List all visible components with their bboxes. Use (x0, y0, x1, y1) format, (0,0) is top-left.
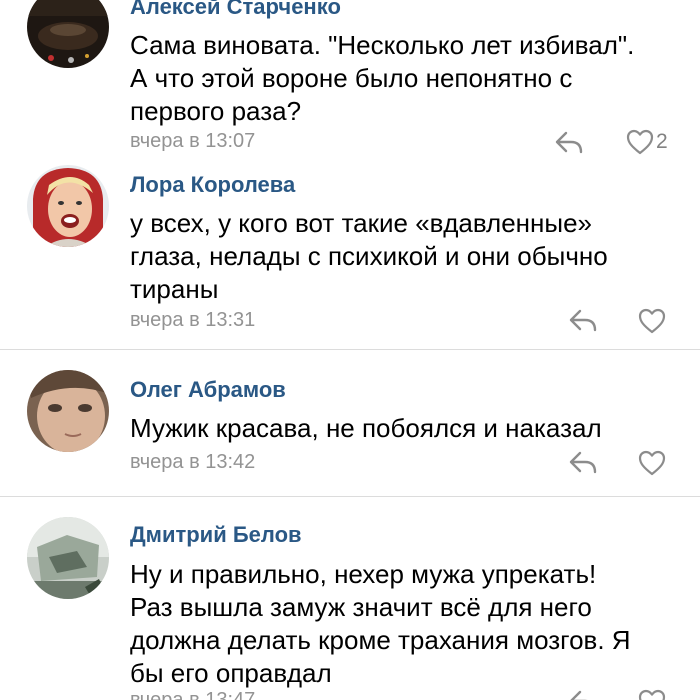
comment-item: Олег Абрамов Мужик красава, не побоялся … (0, 350, 700, 496)
comment-text: у всех, у кого вот такие «вдавленные» гл… (130, 207, 690, 306)
comments-feed: Алексей Старченко Сама виновата. "Нескол… (0, 0, 700, 700)
reply-arrow-icon[interactable] (568, 308, 598, 332)
reply-arrow-icon[interactable] (568, 689, 598, 700)
comment-text-line: Сама виновата. "Несколько лет избивал". (130, 30, 635, 60)
comment-text-line: Раз вышла замуж значит всё для него (130, 592, 592, 622)
comment-text-line: тираны (130, 274, 219, 304)
avatar[interactable] (27, 370, 109, 452)
comment-item: Лора Королева у всех, у кого вот такие «… (0, 160, 700, 350)
comment-item: Алексей Старченко Сама виновата. "Нескол… (0, 0, 700, 160)
comment-text-line: Мужик красава, не побоялся и наказал (130, 413, 602, 443)
heart-icon[interactable] (638, 689, 666, 700)
comment-text-line: глаза, нелады с психикой и они обычно (130, 241, 608, 271)
comment-text-line: бы его оправдал (130, 658, 332, 688)
comment-text-line: А что этой вороне было непонятно с (130, 63, 573, 93)
comment-author[interactable]: Дмитрий Белов (130, 522, 302, 548)
avatar[interactable] (27, 517, 109, 599)
like-count: 2 (656, 130, 668, 153)
comment-author[interactable]: Олег Абрамов (130, 377, 286, 403)
comment-text-line: у всех, у кого вот такие «вдавленные» (130, 208, 593, 238)
avatar[interactable] (27, 165, 109, 247)
comment-text: Сама виновата. "Несколько лет избивал". … (130, 29, 690, 128)
heart-icon[interactable] (638, 450, 666, 476)
comment-text: Ну и правильно, нехер мужа упрекать! Раз… (130, 558, 690, 690)
comment-text-line: Ну и правильно, нехер мужа упрекать! (130, 559, 597, 589)
reply-arrow-icon[interactable] (568, 450, 598, 474)
heart-icon[interactable] (638, 308, 666, 334)
comment-author[interactable]: Лора Королева (130, 172, 295, 198)
comment-timestamp: вчера в 13:42 (130, 451, 256, 473)
comment-timestamp: вчера в 13:31 (130, 309, 256, 331)
comment-text: Мужик красава, не побоялся и наказал (130, 412, 690, 445)
avatar[interactable] (27, 0, 109, 68)
comment-text-line: должна делать кроме трахания мозгов. Я (130, 625, 631, 655)
comment-item: Дмитрий Белов Ну и правильно, нехер мужа… (0, 497, 700, 700)
comment-author[interactable]: Алексей Старченко (130, 0, 341, 20)
comment-text-line: первого раза? (130, 96, 302, 126)
comment-timestamp: вчера в 13:07 (130, 130, 256, 152)
reply-arrow-icon[interactable] (554, 130, 584, 154)
heart-icon[interactable] (626, 129, 654, 155)
comment-timestamp: вчера в 13:47 (130, 689, 256, 700)
